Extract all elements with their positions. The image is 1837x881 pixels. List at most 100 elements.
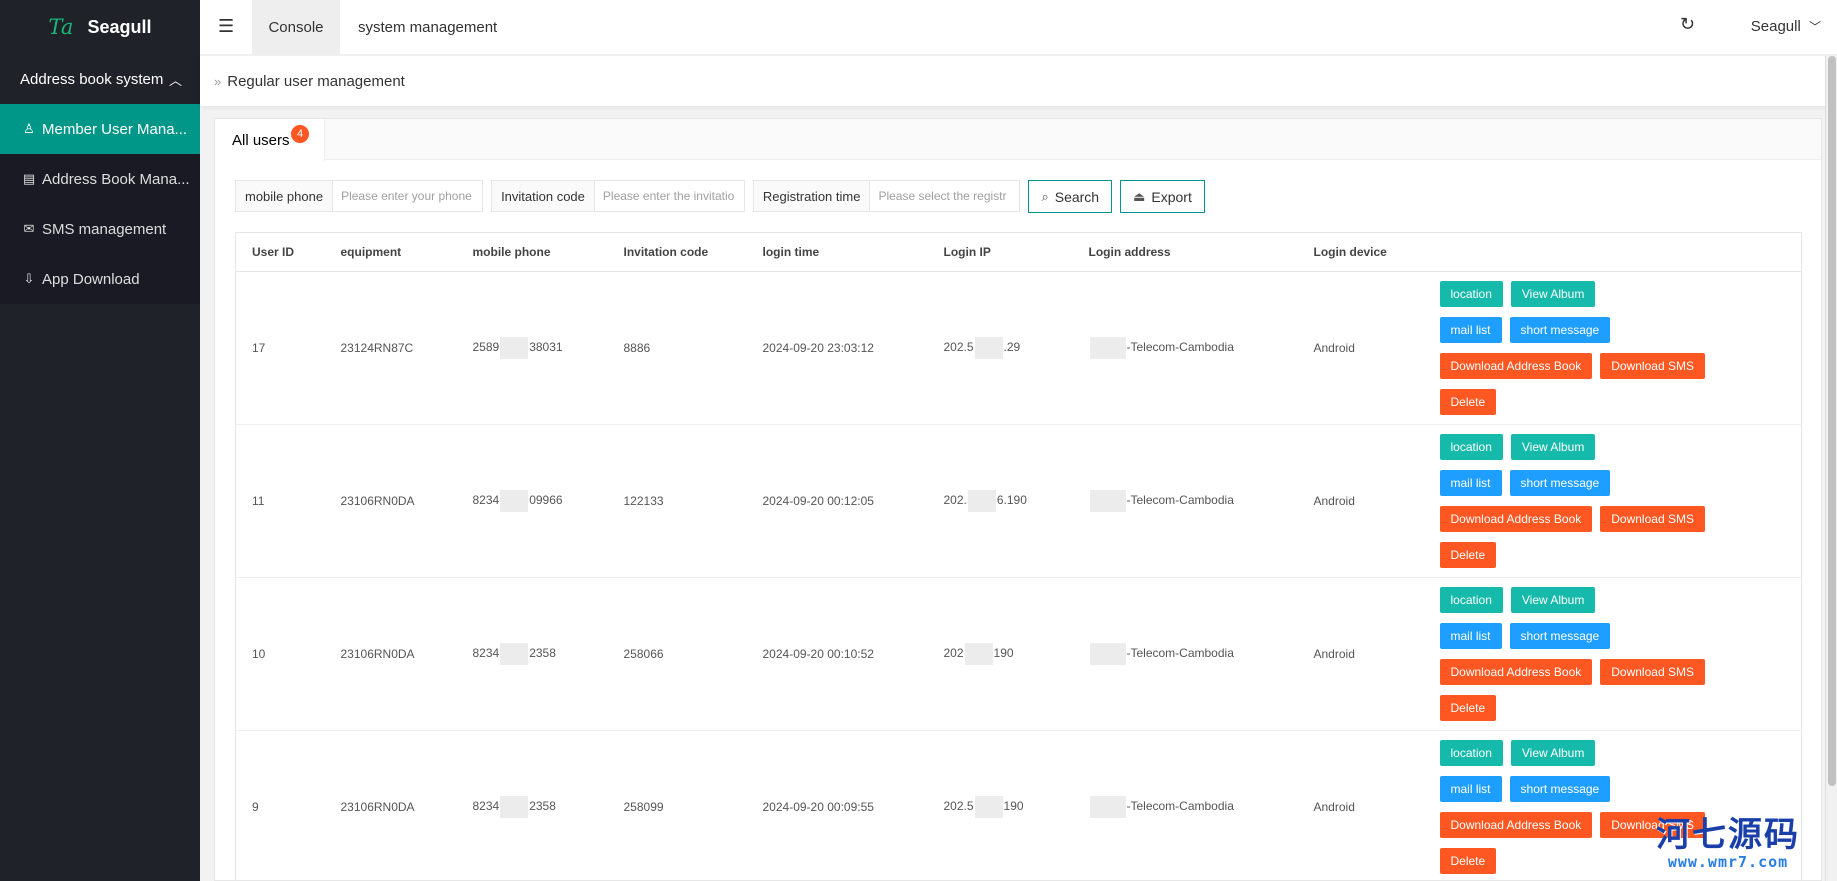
download-icon: ⇩ xyxy=(23,271,35,286)
column-header: User ID xyxy=(235,232,325,272)
location-button[interactable]: location xyxy=(1439,281,1503,307)
redacted-block xyxy=(500,796,529,818)
column-header: equipment xyxy=(324,232,457,272)
location-button[interactable]: location xyxy=(1439,434,1503,460)
phone-prefix: 2589 xyxy=(472,340,500,355)
sidebar-item-member-user-mana[interactable]: ♙ Member User Mana... xyxy=(0,104,200,154)
action-row: mail list short message xyxy=(1439,623,1802,649)
redacted-block xyxy=(500,490,529,512)
users-card: All users 4 mobile phone Invitation code… xyxy=(214,118,1822,881)
invitation-filter: Invitation code xyxy=(491,180,745,212)
ip-prefix: 202.5 xyxy=(943,340,974,355)
view-album-button[interactable]: View Album xyxy=(1510,587,1596,613)
tab-all-users[interactable]: All users xyxy=(215,119,325,161)
sidebar: Ta Seagull Address book system ︿ ♙ Member… xyxy=(0,0,200,881)
search-button[interactable]: ⌕ Search xyxy=(1028,180,1113,213)
phone-prefix: 8234 xyxy=(472,646,500,661)
table-row: 17 23124RN87C 2589 38031 8886 2024-09-20 23:0… xyxy=(235,271,1802,425)
short-message-button[interactable]: short message xyxy=(1509,470,1611,496)
download-sms-button[interactable]: Download SMS xyxy=(1600,659,1705,685)
chevron-up-icon: ︿ xyxy=(168,72,182,88)
login-time-cell: 2024-09-20 23:03:12 xyxy=(746,271,928,425)
mail-list-button[interactable]: mail list xyxy=(1439,623,1502,649)
tab-console[interactable]: Console xyxy=(252,0,340,55)
tab-system-management[interactable]: system management xyxy=(358,0,497,55)
user-name: Seagull xyxy=(1750,18,1801,35)
location-button[interactable]: location xyxy=(1439,587,1503,613)
equipment-cell: 23106RN0DA xyxy=(324,730,457,880)
actions-cell: location View Album mail list short message… xyxy=(1423,424,1802,578)
user-id-cell: 11 xyxy=(235,424,325,578)
download-sms-button[interactable]: Download SMS xyxy=(1600,353,1705,379)
delete-button[interactable]: Delete xyxy=(1439,542,1497,568)
equipment-cell: 23124RN87C xyxy=(324,271,457,425)
sidebar-item-sms-management[interactable]: ✉ SMS management xyxy=(0,204,200,254)
logo[interactable]: Ta Seagull xyxy=(0,0,200,54)
table-body: 17 23124RN87C 2589 38031 8886 2024-09-20 23:0… xyxy=(235,271,1802,880)
search-icon: ⌕ xyxy=(1041,188,1049,204)
delete-button[interactable]: Delete xyxy=(1439,389,1497,415)
delete-button[interactable]: Delete xyxy=(1439,695,1497,721)
menu-toggle-icon[interactable]: ☰ xyxy=(218,16,234,37)
invitation-input[interactable] xyxy=(594,181,744,211)
location-button[interactable]: location xyxy=(1439,740,1503,766)
user-id-cell: 10 xyxy=(235,577,325,731)
registration-time-input[interactable] xyxy=(870,181,1020,211)
sidebar-item-label: Address Book Mana... xyxy=(42,170,190,188)
short-message-button[interactable]: short message xyxy=(1509,623,1611,649)
redacted-block xyxy=(1089,337,1126,359)
breadcrumb: » Regular user management xyxy=(200,56,1837,106)
download-address-book-button[interactable]: Download Address Book xyxy=(1439,506,1593,532)
mobile-phone-cell: 8234 2358 xyxy=(456,577,608,731)
invitation-code-cell: 258099 xyxy=(607,730,747,880)
view-album-button[interactable]: View Album xyxy=(1510,281,1596,307)
sidebar-item-app-download[interactable]: ⇩ App Download xyxy=(0,254,200,304)
delete-button[interactable]: Delete xyxy=(1439,848,1497,874)
download-address-book-button[interactable]: Download Address Book xyxy=(1439,812,1593,838)
breadcrumb-separator-icon: » xyxy=(214,73,222,89)
phone-prefix: 8234 xyxy=(472,493,500,508)
actions-cell: location View Album mail list short message… xyxy=(1423,271,1802,425)
mail-list-button[interactable]: mail list xyxy=(1439,776,1502,802)
page-scrollbar[interactable] xyxy=(1825,56,1837,881)
ip-prefix: 202.5 xyxy=(943,799,974,814)
phone-filter: mobile phone xyxy=(235,180,484,212)
phone-input[interactable] xyxy=(333,181,483,211)
user-menu[interactable]: Seagull ﹀ xyxy=(1751,18,1821,35)
invitation-code-cell: 122133 xyxy=(607,424,747,578)
user-id-cell: 17 xyxy=(235,271,325,425)
count-badge: 4 xyxy=(291,125,309,143)
mail-list-button[interactable]: mail list xyxy=(1439,470,1502,496)
mobile-phone-cell: 2589 38031 xyxy=(456,271,608,425)
login-address-cell: -Telecom-Cambodia xyxy=(1072,577,1298,731)
phone-suffix: 38031 xyxy=(529,340,563,355)
user-id-cell: 9 xyxy=(235,730,325,880)
sidebar-item-label: Member User Mana... xyxy=(42,120,188,138)
download-address-book-button[interactable]: Download Address Book xyxy=(1439,353,1593,379)
download-sms-button[interactable]: Download SMS xyxy=(1600,506,1705,532)
refresh-icon[interactable]: ↻ xyxy=(1680,14,1695,35)
login-time-cell: 2024-09-20 00:12:05 xyxy=(746,424,928,578)
logo-mark: Ta xyxy=(48,15,74,39)
redacted-block xyxy=(1089,796,1126,818)
column-header: Login device xyxy=(1297,232,1424,272)
short-message-button[interactable]: short message xyxy=(1509,317,1611,343)
table-row: 11 23106RN0DA 8234 09966 122133 2024-09-20 00… xyxy=(235,424,1802,578)
short-message-button[interactable]: short message xyxy=(1509,776,1611,802)
view-album-button[interactable]: View Album xyxy=(1510,740,1596,766)
mobile-phone-cell: 8234 2358 xyxy=(456,730,608,880)
column-header xyxy=(1423,232,1802,272)
redacted-block xyxy=(500,643,529,665)
sidebar-item-address-book-mana[interactable]: ▤ Address Book Mana... xyxy=(0,154,200,204)
download-address-book-button[interactable]: Download Address Book xyxy=(1439,659,1593,685)
nav-group-address-book[interactable]: Address book system ︿ xyxy=(0,54,200,104)
scrollbar-thumb[interactable] xyxy=(1828,56,1836,786)
export-button[interactable]: ⏏ Export xyxy=(1120,180,1205,213)
view-album-button[interactable]: View Album xyxy=(1510,434,1596,460)
column-header: Login address xyxy=(1072,232,1298,272)
phone-suffix: 2358 xyxy=(529,799,556,814)
phone-suffix: 09966 xyxy=(529,493,563,508)
ip-suffix: 6.190 xyxy=(996,493,1027,508)
sidebar-subnav: ♙ Member User Mana... ▤ Address Book Mana..… xyxy=(0,104,200,304)
mail-list-button[interactable]: mail list xyxy=(1439,317,1502,343)
